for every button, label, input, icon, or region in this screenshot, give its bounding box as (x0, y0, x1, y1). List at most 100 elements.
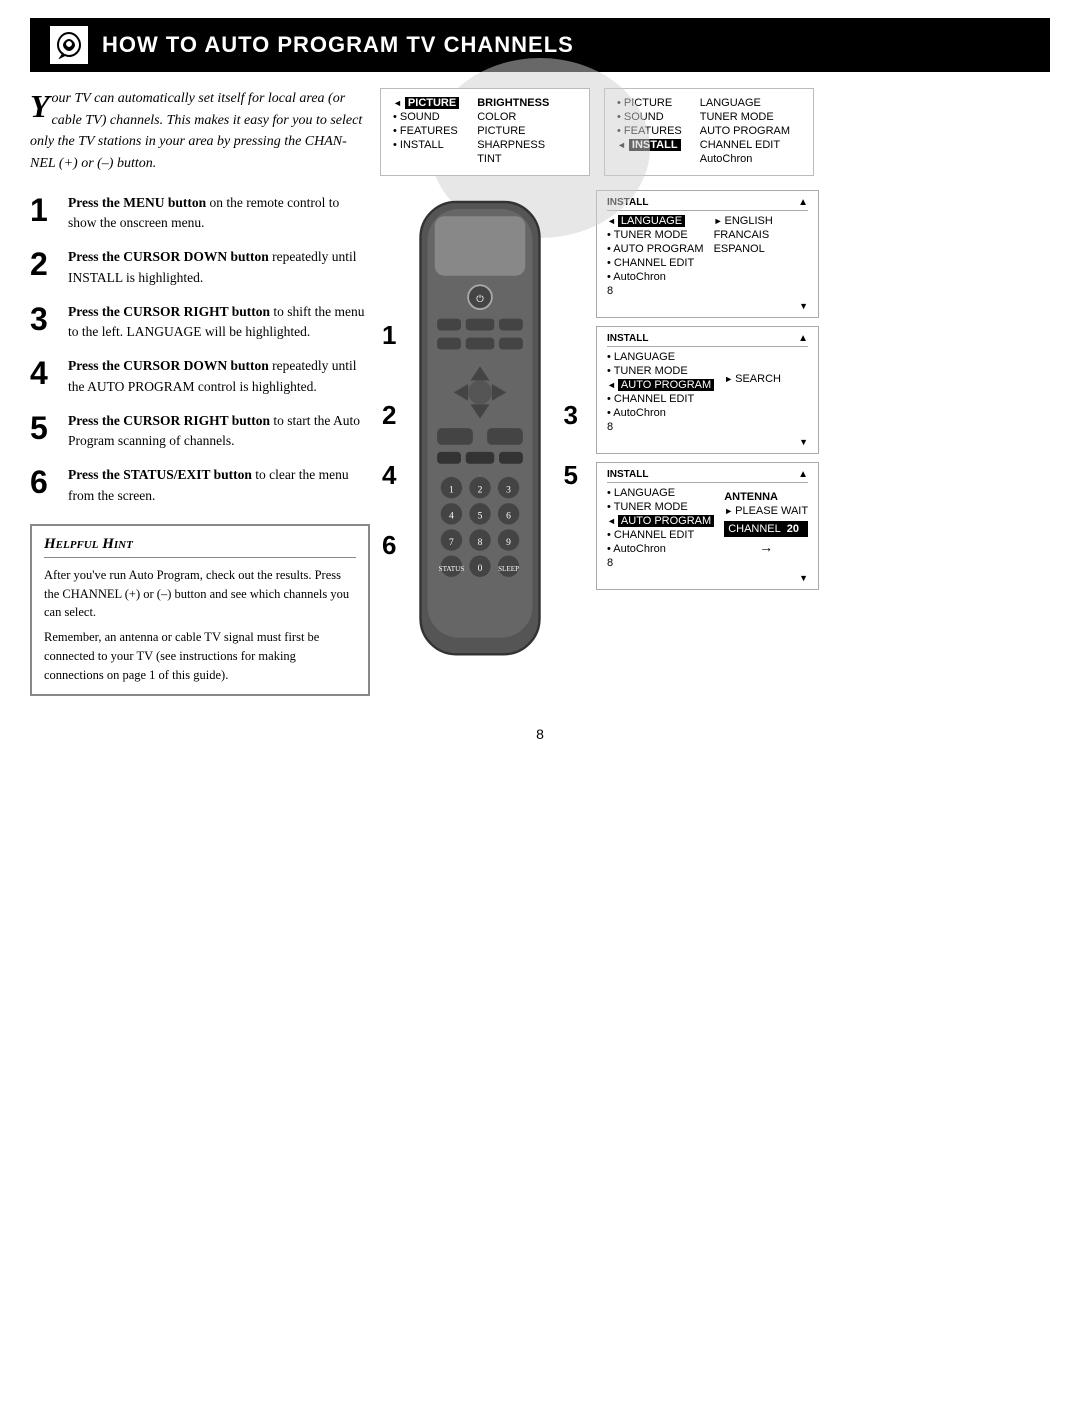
install2-channel-edit: • CHANNEL EDIT (607, 393, 714, 405)
step-6-strong: Press the STATUS/EXIT button (68, 467, 252, 482)
helpful-hint-box: Helpful Hint After you've run Auto Progr… (30, 524, 370, 697)
step-5-text: Press the CURSOR RIGHT button to start t… (68, 411, 370, 452)
install-panel-1-right: ► ENGLISH FRANCAIS ESPANOL (714, 215, 773, 299)
menu2-language: LANGUAGE (700, 97, 790, 109)
install3-language: • LANGUAGE (607, 487, 714, 499)
install3-channel-display: CHANNEL 20 (724, 521, 808, 537)
svg-text:0: 0 (478, 564, 483, 574)
install3-channel-edit: • CHANNEL EDIT (607, 529, 714, 541)
install3-channel-num: 20 (787, 523, 799, 535)
step-6-number: 6 (30, 465, 58, 500)
step-3: 3 Press the CURSOR RIGHT button to shift… (30, 302, 370, 343)
steps-list: 1 Press the MENU button on the remote co… (30, 193, 370, 506)
step-5-strong: Press the CURSOR RIGHT button (68, 413, 270, 428)
remote-control-image: ⏻ (380, 190, 580, 695)
helpful-hint-text-2: Remember, an antenna or cable TV signal … (44, 628, 356, 684)
menu-right-brightness: BRIGHTNESS (477, 97, 549, 109)
step-2: 2 Press the CURSOR DOWN button repeatedl… (30, 247, 370, 288)
svg-text:STATUS: STATUS (439, 565, 465, 573)
step-5-number: 5 (30, 411, 58, 446)
svg-text:8: 8 (478, 538, 483, 548)
install-panel-3-right: ANTENNA ► PLEASE WAIT CHANNEL 20 (724, 487, 808, 571)
step-4-strong: Press the CURSOR DOWN button (68, 358, 269, 373)
install-panel-3-left: • LANGUAGE • TUNER MODE ◄ AUTO PROGRAM •… (607, 487, 714, 571)
install1-channel-edit: • CHANNEL EDIT (607, 257, 704, 269)
page-title: How to Auto Program TV Channels (102, 32, 574, 58)
install-panel-2-left: • LANGUAGE • TUNER MODE ◄ AUTO PROGRAM •… (607, 351, 714, 435)
install2-8: 8 (607, 421, 714, 433)
install3-antenna: ANTENNA (724, 491, 808, 503)
intro-paragraph: Y our TV can automatically set itself fo… (30, 88, 370, 175)
step-2-number: 2 (30, 247, 58, 282)
install-panel-1-title: INSTALL ▲ (607, 197, 808, 211)
menu-right-picture: PICTURE (477, 125, 549, 137)
menu-item-sound: • SOUND (393, 111, 459, 123)
install2-tuner-mode: • TUNER MODE (607, 365, 714, 377)
install-panel-3: INSTALL ▲ • LANGUAGE • TUNER MODE ◄ AUTO… (596, 462, 819, 590)
install1-down-arrow: ▼ (607, 301, 808, 311)
menu-right-sharpness: SHARPNESS (477, 139, 549, 151)
install2-search: SEARCH (735, 373, 781, 385)
menu-item-features: • FEATURES (393, 125, 459, 137)
step-4-text: Press the CURSOR DOWN button repeatedly … (68, 356, 370, 397)
menu-col-right-2: LANGUAGE TUNER MODE AUTO PROGRAM CHANNEL… (700, 97, 790, 167)
install3-down-arrow: ▼ (607, 573, 808, 583)
install1-francais: FRANCAIS (714, 229, 773, 241)
install1-auto-program: • AUTO PROGRAM (607, 243, 704, 255)
step-3-number: 3 (30, 302, 58, 337)
step-2-text: Press the CURSOR DOWN button repeatedly … (68, 247, 370, 288)
svg-text:1: 1 (449, 485, 454, 495)
step-1-strong: Press the MENU button (68, 195, 206, 210)
helpful-hint-text-1: After you've run Auto Program, check out… (44, 566, 356, 622)
remote-step-2-overlay: 2 (382, 400, 396, 431)
step-6-text: Press the STATUS/EXIT button to clear th… (68, 465, 370, 506)
right-panels: INSTALL ▲ ◄ LANGUAGE • TUNER MODE • AUTO… (596, 190, 819, 590)
install2-down-arrow: ▼ (607, 437, 808, 447)
menu-panel-1: ◄ PICTURE • SOUND • FEATURES • INSTALL B… (380, 88, 590, 176)
menu2-autoChron: AutoChron (700, 153, 790, 165)
install-panel-3-title: INSTALL ▲ (607, 469, 808, 483)
menu2-tuner-mode: TUNER MODE (700, 111, 790, 123)
menu-item-picture-highlighted: PICTURE (405, 97, 459, 109)
menu2-auto-program: AUTO PROGRAM (700, 125, 790, 137)
step-1: 1 Press the MENU button on the remote co… (30, 193, 370, 234)
step-3-strong: Press the CURSOR RIGHT button (68, 304, 270, 319)
install2-auto-program-highlighted: AUTO PROGRAM (618, 379, 714, 391)
page-number: 8 (0, 726, 1080, 742)
left-column: Y our TV can automatically set itself fo… (30, 88, 370, 696)
svg-text:7: 7 (449, 538, 454, 548)
header-icon (50, 26, 88, 64)
step-5: 5 Press the CURSOR RIGHT button to start… (30, 411, 370, 452)
svg-text:5: 5 (478, 512, 483, 522)
drop-cap: Y (30, 90, 50, 122)
menu-col-right-1: BRIGHTNESS COLOR PICTURE SHARPNESS TINT (477, 97, 549, 167)
install1-english: ENGLISH (724, 215, 772, 227)
step-3-text: Press the CURSOR RIGHT button to shift t… (68, 302, 370, 343)
install-panel-2: INSTALL ▲ • LANGUAGE • TUNER MODE ◄ AUTO… (596, 326, 819, 454)
remote-step-4-overlay: 4 (382, 460, 396, 491)
remote-step-1-overlay: 1 (382, 320, 396, 351)
install3-8: 8 (607, 557, 714, 569)
step-1-number: 1 (30, 193, 58, 228)
install3-auto-program-highlighted: AUTO PROGRAM (618, 515, 714, 527)
install3-progress-arrow: → (724, 539, 808, 555)
svg-text:2: 2 (478, 485, 483, 495)
install-panel-1: INSTALL ▲ ◄ LANGUAGE • TUNER MODE • AUTO… (596, 190, 819, 318)
install1-language-highlighted: LANGUAGE (618, 215, 685, 227)
install2-language: • LANGUAGE (607, 351, 714, 363)
svg-text:4: 4 (449, 512, 454, 522)
install1-autoChron: • AutoChron (607, 271, 704, 283)
menu2-channel-edit: CHANNEL EDIT (700, 139, 790, 151)
step-4-number: 4 (30, 356, 58, 391)
install3-channel-label: CHANNEL (728, 523, 781, 535)
svg-text:9: 9 (506, 538, 511, 548)
install3-please-wait: PLEASE WAIT (735, 505, 808, 517)
remote-step-3-overlay: 3 (564, 400, 578, 431)
menu-item-install: • INSTALL (393, 139, 459, 151)
install1-8: 8 (607, 285, 704, 297)
install1-espanol: ESPANOL (714, 243, 773, 255)
install1-tuner-mode: • TUNER MODE (607, 229, 704, 241)
step-2-strong: Press the CURSOR DOWN button (68, 249, 269, 264)
install-panel-2-title: INSTALL ▲ (607, 333, 808, 347)
menu-col-left-1: ◄ PICTURE • SOUND • FEATURES • INSTALL (393, 97, 459, 167)
